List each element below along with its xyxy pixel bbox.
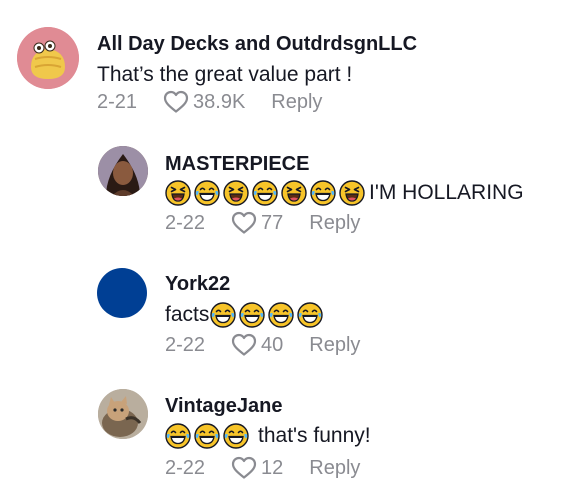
comment-text-prefix: facts xyxy=(165,303,210,326)
like-count: 12 xyxy=(261,456,284,479)
squint-laugh-emoji-icon xyxy=(281,180,307,206)
comment-text: that's funny! xyxy=(165,423,371,449)
comment-username[interactable]: VintageJane xyxy=(165,395,282,418)
tears-of-joy-emoji-icon xyxy=(223,423,249,449)
comment-item: MASTERPIECE I'M HOLLARING 2-22 77 Reply xyxy=(0,130,564,250)
squint-laugh-emoji-icon xyxy=(165,180,191,206)
like-count: 77 xyxy=(261,211,284,234)
comment-meta: 2-22 12 Reply xyxy=(165,456,360,480)
squint-laugh-emoji-icon xyxy=(339,180,365,206)
tears-of-joy-emoji-icon xyxy=(194,180,220,206)
comment-date: 2-22 xyxy=(165,456,206,479)
comment-date: 2-21 xyxy=(97,90,138,113)
comment-username[interactable]: York22 xyxy=(165,273,230,296)
tears-of-joy-emoji-icon xyxy=(252,180,278,206)
heart-icon[interactable] xyxy=(231,333,257,357)
tears-of-joy-emoji-icon xyxy=(210,302,236,328)
like-count: 40 xyxy=(261,333,284,356)
tears-of-joy-emoji-icon xyxy=(239,302,265,328)
tears-of-joy-emoji-icon xyxy=(268,302,294,328)
squint-laugh-emoji-icon xyxy=(223,180,249,206)
person-photo-icon xyxy=(98,146,148,196)
comment-meta: 2-21 38.9K Reply xyxy=(97,90,322,114)
tears-of-joy-emoji-icon xyxy=(194,423,220,449)
reply-button[interactable]: Reply xyxy=(309,212,360,235)
comment-item: All Day Decks and OutdrdsgnLLC That’s th… xyxy=(0,0,564,130)
heart-icon[interactable] xyxy=(231,211,257,235)
comment-item: VintageJane that's funny! 2-22 12 Reply xyxy=(0,375,564,499)
comment-text: That’s the great value part ! xyxy=(97,63,353,86)
tears-of-joy-emoji-icon xyxy=(297,302,323,328)
comment-text-suffix: that's funny! xyxy=(258,424,371,447)
pastry-avatar-icon xyxy=(17,27,79,89)
comment-username[interactable]: MASTERPIECE xyxy=(165,153,309,176)
comment-meta: 2-22 40 Reply xyxy=(165,333,360,357)
tears-of-joy-emoji-icon xyxy=(165,423,191,449)
comment-item: York22 facts 2-22 40 Reply xyxy=(0,250,564,375)
reply-button[interactable]: Reply xyxy=(309,457,360,480)
comment-text-suffix: I'M HOLLARING xyxy=(369,181,524,204)
cat-photo-icon xyxy=(98,389,148,439)
avatar[interactable] xyxy=(98,389,148,439)
like-count: 38.9K xyxy=(193,90,246,113)
comment-username[interactable]: All Day Decks and OutdrdsgnLLC xyxy=(97,33,417,56)
avatar[interactable] xyxy=(17,27,79,89)
comment-meta: 2-22 77 Reply xyxy=(165,211,360,235)
comment-text: I'M HOLLARING xyxy=(165,180,524,206)
reply-button[interactable]: Reply xyxy=(309,334,360,357)
avatar[interactable] xyxy=(97,268,147,318)
comment-date: 2-22 xyxy=(165,211,206,234)
comment-date: 2-22 xyxy=(165,333,206,356)
reply-button[interactable]: Reply xyxy=(271,91,322,114)
heart-icon[interactable] xyxy=(231,456,257,480)
heart-icon[interactable] xyxy=(163,90,189,114)
comment-text: facts xyxy=(165,302,326,328)
avatar[interactable] xyxy=(98,146,148,196)
tears-of-joy-emoji-icon xyxy=(310,180,336,206)
